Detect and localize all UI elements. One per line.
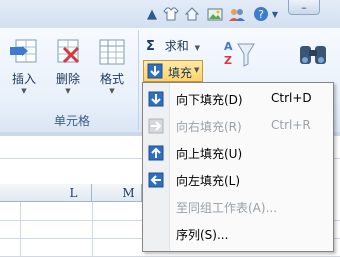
fill-menu: 向下填充(D) Ctrl+D 向右填充(R) Ctrl+R 向上填充(U) 向左… bbox=[142, 82, 334, 252]
delete-cells-icon bbox=[52, 36, 84, 68]
fill-left-icon bbox=[148, 172, 164, 188]
delete-dropdown-icon: ▼ bbox=[65, 87, 71, 95]
column-header-m[interactable]: M bbox=[92, 184, 142, 202]
fill-dropdown-icon: ▼ bbox=[194, 66, 200, 74]
insert-dropdown-icon: ▼ bbox=[21, 87, 27, 95]
format-dropdown-icon: ▼ bbox=[109, 87, 115, 95]
menu-item-across-worksheets[interactable]: 至同组工作表(A)... bbox=[143, 195, 333, 219]
menu-item-fill-down[interactable]: 向下填充(D) Ctrl+D bbox=[143, 87, 333, 111]
fill-right-icon bbox=[148, 118, 164, 134]
format-label: 格式 bbox=[99, 72, 124, 86]
svg-text:A: A bbox=[224, 40, 233, 53]
svg-text:Z: Z bbox=[224, 54, 232, 67]
title-bar: ▲ ? ▼ – bbox=[0, 0, 340, 28]
format-cells-icon bbox=[96, 36, 128, 68]
cells-group-label: 单元格 bbox=[53, 114, 90, 128]
menu-item-label: 至同组工作表(A)... bbox=[176, 201, 278, 215]
menu-item-shortcut: Ctrl+R bbox=[271, 118, 311, 132]
menu-item-shortcut: Ctrl+D bbox=[271, 91, 312, 105]
menu-item-fill-left[interactable]: 向左填充(L) bbox=[143, 168, 333, 192]
home-icon[interactable] bbox=[184, 6, 200, 22]
grid-line bbox=[20, 202, 21, 257]
group-separator bbox=[138, 30, 139, 130]
menu-item-label: 向下填充(D) bbox=[176, 93, 243, 107]
minimize-icon: – bbox=[301, 0, 307, 14]
delete-label: 删除 bbox=[55, 72, 80, 86]
menu-item-fill-right[interactable]: 向右填充(R) Ctrl+R bbox=[143, 114, 333, 138]
grid-line bbox=[92, 202, 93, 257]
chevron-down-icon[interactable]: ▼ bbox=[271, 6, 279, 22]
menu-item-label: 向左填充(L) bbox=[176, 174, 241, 188]
svg-text:?: ? bbox=[258, 8, 264, 21]
caret-up-icon[interactable]: ▲ bbox=[146, 6, 158, 22]
column-header-l[interactable]: L bbox=[20, 184, 92, 202]
menu-item-label: 序列(S)... bbox=[176, 228, 229, 242]
shirt-icon[interactable] bbox=[163, 6, 179, 22]
column-l-label: L bbox=[69, 186, 78, 200]
sort-filter-icon: AZ bbox=[222, 38, 256, 72]
picture-icon[interactable] bbox=[207, 6, 223, 22]
menu-item-label: 向上填充(U) bbox=[176, 147, 243, 161]
autosum-label: 求和 bbox=[164, 39, 189, 53]
autosum-dropdown-icon: ▼ bbox=[194, 44, 200, 52]
insert-cells-icon bbox=[8, 36, 40, 68]
insert-label: 插入 bbox=[11, 72, 36, 86]
fill-label: 填充 bbox=[168, 66, 193, 80]
users-icon[interactable] bbox=[228, 6, 246, 22]
find-select-icon bbox=[296, 38, 330, 72]
sigma-icon: Σ bbox=[146, 39, 155, 54]
fill-up-icon bbox=[148, 145, 164, 161]
delete-button[interactable]: 删除 ▼ bbox=[46, 36, 90, 106]
menu-item-series[interactable]: 序列(S)... bbox=[143, 222, 333, 246]
autosum-button[interactable]: Σ 求和 ▼ bbox=[146, 37, 200, 55]
fill-down-icon bbox=[147, 63, 163, 82]
fill-down-icon bbox=[148, 91, 164, 107]
column-header[interactable] bbox=[0, 184, 22, 202]
menu-item-fill-up[interactable]: 向上填充(U) bbox=[143, 141, 333, 165]
minimize-button[interactable]: – bbox=[288, 0, 320, 15]
format-button[interactable]: 格式 ▼ bbox=[90, 36, 134, 106]
column-m-label: M bbox=[122, 186, 135, 200]
fill-button[interactable]: 填充 ▼ bbox=[143, 60, 203, 82]
insert-button[interactable]: 插入 ▼ bbox=[2, 36, 46, 106]
help-icon[interactable]: ? bbox=[253, 6, 269, 22]
menu-item-label: 向右填充(R) bbox=[176, 120, 242, 134]
